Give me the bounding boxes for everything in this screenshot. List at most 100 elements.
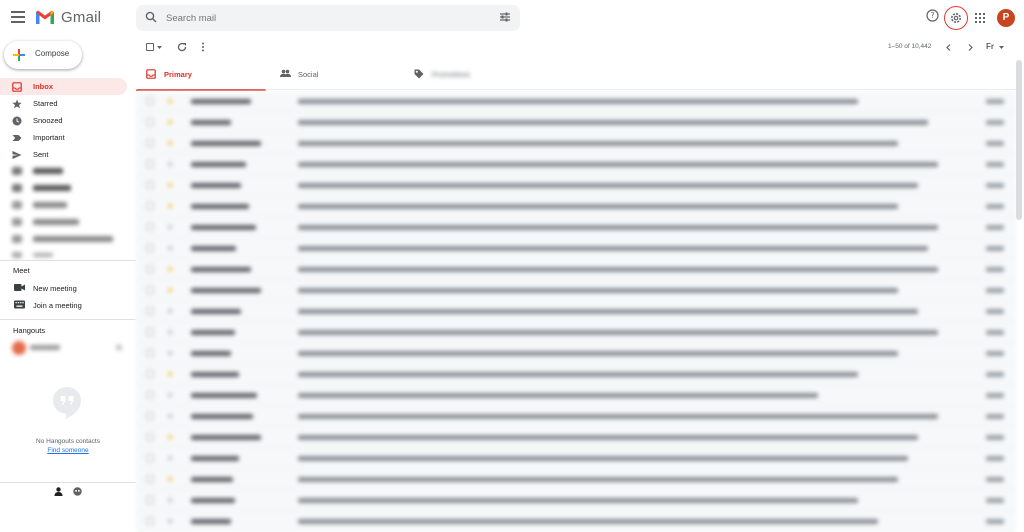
sidebar-item-important[interactable]: Important <box>0 129 127 146</box>
email-row[interactable]: ★ <box>136 511 1016 532</box>
row-checkbox[interactable] <box>146 139 154 147</box>
star-icon[interactable]: ★ <box>166 306 174 316</box>
star-icon[interactable]: ★ <box>166 495 174 505</box>
chevron-down-icon[interactable] <box>999 46 1004 49</box>
row-checkbox[interactable] <box>146 391 154 399</box>
star-icon[interactable]: ★ <box>166 243 174 253</box>
star-icon[interactable]: ★ <box>166 474 174 484</box>
row-checkbox[interactable] <box>146 265 154 273</box>
star-icon[interactable]: ★ <box>166 285 174 295</box>
select-all-checkbox[interactable] <box>146 43 154 51</box>
find-someone-link[interactable]: Find someone <box>0 447 136 454</box>
row-checkbox[interactable] <box>146 412 154 420</box>
row-checkbox[interactable] <box>146 349 154 357</box>
apps-grid-icon[interactable] <box>974 12 986 24</box>
star-icon[interactable]: ★ <box>166 327 174 337</box>
star-icon[interactable]: ★ <box>166 411 174 421</box>
email-row[interactable]: ★ <box>136 427 1016 448</box>
chevron-right-icon[interactable] <box>968 44 973 51</box>
category-tabs: Primary Social Promotions <box>136 58 1016 91</box>
row-checkbox[interactable] <box>146 202 154 210</box>
email-row[interactable]: ★ <box>136 490 1016 511</box>
settings-gear-icon[interactable] <box>950 12 962 24</box>
email-row[interactable]: ★ <box>136 259 1016 280</box>
star-icon[interactable]: ★ <box>166 516 174 526</box>
row-checkbox[interactable] <box>146 223 154 231</box>
search-bar[interactable] <box>136 5 520 31</box>
sidebar-item-snoozed[interactable]: Snoozed <box>0 112 127 129</box>
row-checkbox[interactable] <box>146 286 154 294</box>
row-checkbox[interactable] <box>146 328 154 336</box>
email-row[interactable]: ★ <box>136 154 1016 175</box>
email-row[interactable]: ★ <box>136 406 1016 427</box>
email-row[interactable]: ★ <box>136 217 1016 238</box>
star-icon[interactable]: ★ <box>166 222 174 232</box>
compose-button[interactable]: Compose <box>4 41 82 69</box>
row-checkbox[interactable] <box>146 307 154 315</box>
email-row[interactable]: ★ <box>136 112 1016 133</box>
more-vertical-icon[interactable] <box>201 42 205 52</box>
star-icon[interactable]: ★ <box>166 453 174 463</box>
help-icon[interactable]: ? <box>926 9 939 22</box>
join-meeting-button[interactable]: Join a meeting <box>0 297 136 313</box>
input-language-toggle[interactable]: Fr <box>986 42 994 51</box>
star-icon[interactable]: ★ <box>166 390 174 400</box>
person-icon[interactable] <box>54 487 63 496</box>
row-checkbox[interactable] <box>146 454 154 462</box>
row-checkbox[interactable] <box>146 160 154 168</box>
email-row[interactable]: ★ <box>136 469 1016 490</box>
star-icon[interactable]: ★ <box>166 159 174 169</box>
sidebar-item-sent[interactable]: Sent <box>0 146 127 163</box>
row-sender-blurred <box>191 246 236 251</box>
email-row[interactable]: ★ <box>136 91 1016 112</box>
sidebar-item-inbox[interactable]: Inbox <box>0 78 127 95</box>
search-icon[interactable] <box>145 11 157 23</box>
email-row[interactable]: ★ <box>136 133 1016 154</box>
scrollbar-thumb[interactable] <box>1016 60 1022 220</box>
row-checkbox[interactable] <box>146 244 154 252</box>
row-checkbox[interactable] <box>146 433 154 441</box>
row-checkbox[interactable] <box>146 475 154 483</box>
search-input[interactable] <box>166 10 466 26</box>
star-icon[interactable]: ★ <box>166 432 174 442</box>
row-checkbox[interactable] <box>146 496 154 504</box>
star-icon[interactable]: ★ <box>166 369 174 379</box>
star-icon[interactable]: ★ <box>166 138 174 148</box>
row-checkbox[interactable] <box>146 517 154 525</box>
email-row[interactable]: ★ <box>136 175 1016 196</box>
email-row[interactable]: ★ <box>136 196 1016 217</box>
sidebar-item-starred[interactable]: Starred <box>0 95 127 112</box>
star-icon[interactable]: ★ <box>166 180 174 190</box>
refresh-icon[interactable] <box>177 42 187 52</box>
hangouts-quote-icon[interactable] <box>73 487 82 496</box>
tab-primary[interactable]: Primary <box>136 58 266 91</box>
main-menu-icon[interactable] <box>11 11 25 23</box>
tab-social[interactable]: Social <box>270 58 400 90</box>
row-checkbox[interactable] <box>146 181 154 189</box>
chevron-left-icon[interactable] <box>946 44 951 51</box>
row-checkbox[interactable] <box>146 97 154 105</box>
row-checkbox[interactable] <box>146 118 154 126</box>
star-icon[interactable]: ★ <box>166 264 174 274</box>
chevron-down-icon[interactable] <box>157 46 162 49</box>
email-row[interactable]: ★ <box>136 322 1016 343</box>
email-row[interactable]: ★ <box>136 301 1016 322</box>
email-row[interactable]: ★ <box>136 364 1016 385</box>
email-row[interactable]: ★ <box>136 280 1016 301</box>
star-icon[interactable]: ★ <box>166 201 174 211</box>
star-icon[interactable]: ★ <box>166 117 174 127</box>
email-row[interactable]: ★ <box>136 238 1016 259</box>
email-row[interactable]: ★ <box>136 385 1016 406</box>
row-subject-blurred <box>298 183 918 188</box>
email-row[interactable]: ★ <box>136 448 1016 469</box>
star-icon[interactable]: ★ <box>166 348 174 358</box>
account-avatar[interactable]: P <box>997 9 1015 27</box>
star-icon[interactable]: ★ <box>166 96 174 106</box>
tab-promotions[interactable]: Promotions <box>404 58 534 90</box>
row-checkbox[interactable] <box>146 370 154 378</box>
new-meeting-button[interactable]: New meeting <box>0 280 136 296</box>
tab-label: Primary <box>164 70 192 79</box>
email-row[interactable]: ★ <box>136 343 1016 364</box>
gmail-logo-icon[interactable] <box>35 9 55 25</box>
search-options-icon[interactable] <box>499 11 511 23</box>
